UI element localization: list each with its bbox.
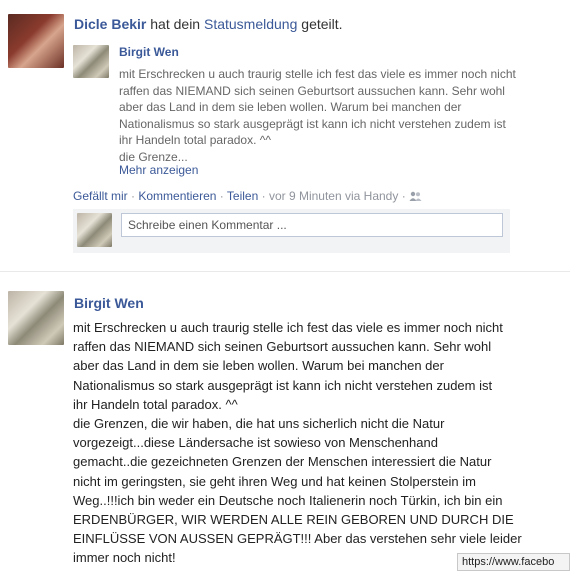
status-link[interactable]: Statusmeldung <box>204 16 297 32</box>
post-text-line: aber das Land in dem sie leben wollen. W… <box>73 358 444 374</box>
inner-author-link[interactable]: Birgit Wen <box>119 45 179 60</box>
separator: · <box>401 189 406 203</box>
inner-text-line: ihr Handeln total paradox. ^^ <box>119 133 272 148</box>
separator: · <box>219 189 224 203</box>
post-text-line: Weg..!!!ich bin weder ein Deutsche noch … <box>73 492 503 508</box>
story-actions: Gefällt mir · Kommentieren · Teilen · vo… <box>73 189 422 206</box>
avatar-dicle-bekir[interactable] <box>8 14 64 68</box>
post-text-line: EINFLÜSSE VON AUSSEN GEPRÄGT!!! Aber das… <box>73 531 522 547</box>
like-link[interactable]: Gefällt mir <box>73 189 128 203</box>
inner-text-line: mit Erschrecken u auch traurig stelle ic… <box>119 67 516 81</box>
comment-input[interactable]: Schreibe einen Kommentar ... <box>121 213 503 237</box>
story-divider <box>0 271 570 272</box>
comment-link[interactable]: Kommentieren <box>138 189 216 203</box>
timestamp: vor 9 Minuten via Handy <box>268 189 399 203</box>
post-text-line: mit Erschrecken u auch traurig stelle ic… <box>73 320 503 335</box>
inner-post-text: mit Erschrecken u auch traurig stelle ic… <box>119 66 539 166</box>
post-text-line: gemacht..die gezeichneten Grenzen der Me… <box>73 454 492 470</box>
action-suffix: geteilt. <box>301 16 343 32</box>
status-bar-url: https://www.facebo <box>457 553 570 571</box>
post-text-line: die Grenzen, die wir haben, die hat uns … <box>73 416 445 432</box>
inner-text-line: Nationalismus so stark ausgeprägt ist ka… <box>119 116 506 131</box>
share-link[interactable]: Teilen <box>227 189 258 203</box>
post-text-line: Nationalismus so stark ausgeprägt ist ka… <box>73 377 493 393</box>
post-text-line: raffen das NIEMAND sich seinen Geburtsor… <box>73 339 492 355</box>
separator: · <box>131 189 136 203</box>
separator: · <box>261 189 266 203</box>
actor-name-link[interactable]: Dicle Bekir <box>74 16 146 32</box>
post-text-line: ERDENBÜRGER, WIR WERDEN ALLE REIN GEBORE… <box>73 512 514 528</box>
people-icon <box>409 191 422 206</box>
story-header: Dicle Bekir hat dein Statusmeldung getei… <box>74 15 343 33</box>
inner-text-line: raffen das NIEMAND sich seinen Geburtsor… <box>119 83 505 98</box>
post-text-line: nicht im geringsten, sie geht ihren Weg … <box>73 473 476 489</box>
post-text-line: ihr Handeln total paradox. ^^ <box>73 396 238 412</box>
post-text: mit Erschrecken u auch traurig stelle ic… <box>73 318 563 568</box>
inner-text-line: aber das Land in dem sie leben wollen. W… <box>119 100 462 115</box>
commenter-avatar <box>77 213 112 247</box>
avatar-birgit-wen[interactable] <box>8 291 64 345</box>
avatar-birgit-wen-small[interactable] <box>73 45 109 78</box>
post-author-link[interactable]: Birgit Wen <box>74 295 144 312</box>
more-link[interactable]: Mehr anzeigen <box>119 163 198 178</box>
action-prefix: hat dein <box>150 16 201 32</box>
post-text-line: vorgezeigt...diese Ländersache ist sowie… <box>73 435 438 451</box>
